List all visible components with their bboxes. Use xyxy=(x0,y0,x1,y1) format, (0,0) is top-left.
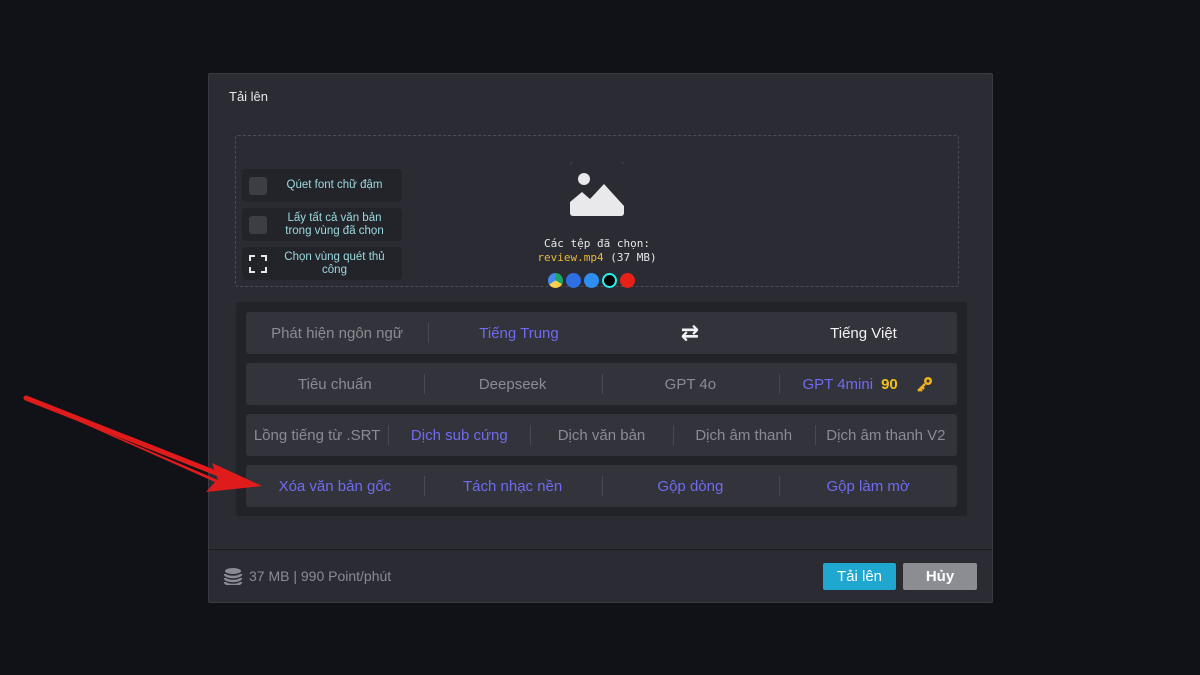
mode-translate-audio-v2[interactable]: Dịch âm thanh V2 xyxy=(814,414,957,456)
selected-file: review.mp4 (37 MB) xyxy=(236,251,958,264)
upload-button[interactable]: Tải lên xyxy=(823,563,896,590)
merge-blur-option[interactable]: Gộp làm mờ xyxy=(779,465,957,507)
mode-row: Lồng tiếng từ .SRT Dịch sub cứng Dịch vă… xyxy=(246,414,957,456)
merge-lines-option[interactable]: Gộp dòng xyxy=(601,465,780,507)
settings-panel: Phát hiện ngôn ngữ Tiếng Trung ⇄ Tiếng V… xyxy=(236,302,967,516)
cancel-button[interactable]: Hủy xyxy=(903,563,977,590)
coins-icon xyxy=(223,568,243,585)
annotation-arrow xyxy=(23,395,262,492)
cost-text: 37 MB | 990 Point/phút xyxy=(249,568,392,584)
cost-info: 37 MB | 990 Point/phút xyxy=(223,567,391,585)
separate-music-option[interactable]: Tách nhạc nền xyxy=(423,465,602,507)
file-name: review.mp4 xyxy=(537,251,604,264)
tiktok-icon[interactable] xyxy=(602,273,617,288)
extras-row: Xóa văn bản gốc Tách nhạc nền Gộp dòng G… xyxy=(246,465,957,507)
mode-hard-sub[interactable]: Dịch sub cứng xyxy=(388,414,530,456)
file-dropzone[interactable]: Qúet font chữ đậm Lấy tất cả văn bản tro… xyxy=(235,135,959,288)
mode-translate-audio[interactable]: Dịch âm thanh xyxy=(672,414,815,456)
dropbox-icon[interactable] xyxy=(566,273,581,288)
points-badge: 90 xyxy=(881,375,898,393)
model-row: Tiêu chuẩn Deepseek GPT 4o GPT 4mini 90 xyxy=(246,363,957,405)
source-icons xyxy=(548,273,635,288)
target-language[interactable]: Tiếng Việt xyxy=(770,312,957,354)
youtube-icon[interactable] xyxy=(620,273,635,288)
image-placeholder-icon xyxy=(570,162,624,216)
footer-divider xyxy=(209,549,992,550)
link-icon[interactable] xyxy=(584,273,599,288)
model-gpt-4mini-label: GPT 4mini xyxy=(802,375,874,393)
file-size: (37 MB) xyxy=(610,251,657,264)
mode-translate-text[interactable]: Dịch văn bản xyxy=(530,414,672,456)
language-row: Phát hiện ngôn ngữ Tiếng Trung ⇄ Tiếng V… xyxy=(246,312,957,354)
option-label: Qúet font chữ đậm xyxy=(286,179,383,191)
upload-modal: Tải lên Qúet font chữ đậm Lấy tất cả văn… xyxy=(208,73,993,603)
selected-files-label: Các tệp đã chọn: xyxy=(544,237,650,250)
model-gpt-4o[interactable]: GPT 4o xyxy=(601,363,780,405)
swap-languages-icon[interactable]: ⇄ xyxy=(610,312,770,354)
source-language[interactable]: Tiếng Trung xyxy=(428,312,610,354)
model-gpt-4mini[interactable]: GPT 4mini 90 xyxy=(779,363,957,405)
google-drive-icon[interactable] xyxy=(548,273,563,288)
option-label: Lấy tất cả văn bản trong vùng đã chọn xyxy=(285,211,384,237)
key-icon xyxy=(916,377,932,392)
model-deepseek[interactable]: Deepseek xyxy=(423,363,602,405)
